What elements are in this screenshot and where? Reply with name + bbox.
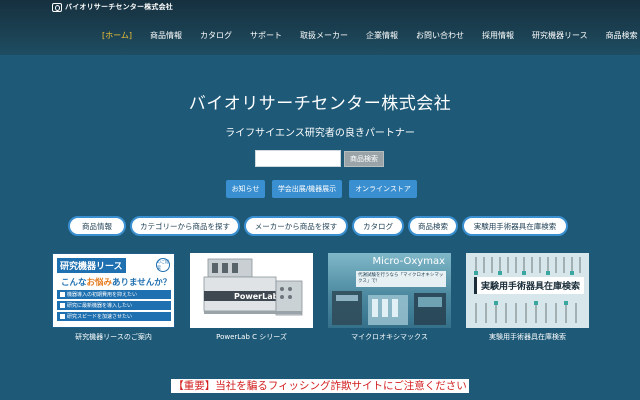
main-nav: [ホーム] 商品情報 カタログ サポート 取扱メーカー 企業情報 お問い合わせ … <box>102 28 640 42</box>
nav-recruit[interactable]: 採用情報 <box>482 30 514 41</box>
news-button[interactable]: お知らせ <box>226 180 265 198</box>
pill-surgical-inventory[interactable]: 実験用手術器具在庫検索 <box>462 216 568 236</box>
micro-oxymax-banner-image: Micro-Oxymax 代謝試験を行うなら「マイクロオキシマックス」で! <box>328 253 451 328</box>
phishing-warning-text[interactable]: 【重要】当社を騙るフィッシング詐欺サイトにご注意ください <box>171 379 469 393</box>
svg-text:PowerLab: PowerLab <box>234 292 279 301</box>
surgical-tools-banner-image: 実験用手術器具在庫検索 <box>466 253 589 328</box>
card-powerlab[interactable]: PowerLab PowerLab C シリーズ <box>190 253 313 342</box>
checkbox-icon <box>60 314 65 319</box>
exhibition-button[interactable]: 学会出展/機器展示 <box>272 180 342 198</box>
card-surgical-inventory[interactable]: 実験用手術器具在庫検索 実験用手術器具在庫検索 <box>466 253 589 342</box>
nav-contact[interactable]: お問い合わせ <box>416 30 464 41</box>
hero-title: バイオリサーチセンター株式会社 <box>188 94 452 114</box>
pill-catalog[interactable]: カタログ <box>352 216 404 236</box>
pill-product-search[interactable]: 商品検索 <box>408 216 458 236</box>
product-search-input[interactable] <box>255 150 341 167</box>
list-item: 研究に最新機器を導入したい <box>57 301 171 310</box>
pill-search-by-category[interactable]: カテゴリーから商品を探す <box>130 216 240 236</box>
hero-subtitle: ライフサイエンス研究者の良きパートナー <box>225 128 415 139</box>
nav-support[interactable]: サポート <box>250 30 282 41</box>
lease-banner-question: こんなお悩みありませんか？ <box>61 278 172 288</box>
list-item: 研究スピードを加速させたい <box>57 312 171 321</box>
card-caption: マイクロオキシマックス <box>351 333 428 341</box>
lease-banner-title: 研究機器リース <box>57 258 126 273</box>
powerlab-device-image: PowerLab <box>190 253 313 328</box>
product-search-button[interactable]: 商品検索 <box>344 151 384 167</box>
card-micro-oxymax[interactable]: Micro-Oxymax 代謝試験を行うなら「マイクロオキシマックス」で! マイ… <box>328 253 451 342</box>
card-caption: 研究機器リースのご案内 <box>75 333 152 341</box>
lab-equipment-icon <box>332 291 446 325</box>
nav-products[interactable]: 商品情報 <box>150 30 182 41</box>
list-item: 機器導入の初期費用を抑えたい <box>57 290 171 299</box>
nav-equipment-lease[interactable]: 研究機器リース <box>532 30 588 41</box>
nav-company[interactable]: 企業情報 <box>366 30 398 41</box>
lease-banner-image: 研究機器リース のご提案 こんなお悩みありませんか？ 機器導入の初期費用を抑えた… <box>52 253 175 328</box>
card-caption: 実験用手術器具在庫検索 <box>489 333 566 341</box>
powerlab-device-icon: PowerLab <box>203 258 303 316</box>
lease-banner-tag: のご提案 <box>156 258 170 272</box>
checkbox-icon <box>60 292 65 297</box>
nav-manufacturers[interactable]: 取扱メーカー <box>300 30 348 41</box>
nav-home[interactable]: [ホーム] <box>102 30 132 41</box>
nav-catalog[interactable]: カタログ <box>200 30 232 41</box>
logo-text: バイオリサーチセンター株式会社 <box>65 3 173 11</box>
site-header: バイオリサーチセンター株式会社 [ホーム] 商品情報 カタログ サポート 取扱メ… <box>0 0 640 55</box>
card-equipment-lease[interactable]: 研究機器リース のご提案 こんなお悩みありませんか？ 機器導入の初期費用を抑えた… <box>52 253 175 342</box>
logo-icon <box>52 2 62 12</box>
pill-search-by-maker[interactable]: メーカーから商品を探す <box>244 216 348 236</box>
pill-product-info[interactable]: 商品情報 <box>68 216 126 236</box>
lease-banner-list: 機器導入の初期費用を抑えたい 研究に最新機器を導入したい 研究スピードを加速させ… <box>57 290 171 323</box>
surgical-banner-title: 実験用手術器具在庫検索 <box>474 277 585 294</box>
company-logo[interactable]: バイオリサーチセンター株式会社 <box>52 2 173 12</box>
phishing-warning[interactable]: 【重要】当社を騙るフィッシング詐欺サイトにご注意ください <box>0 374 640 393</box>
checkbox-icon <box>60 303 65 308</box>
online-store-button[interactable]: オンラインストア <box>349 180 417 198</box>
nav-product-search[interactable]: 商品検索 <box>606 30 638 41</box>
card-caption: PowerLab C シリーズ <box>216 333 287 341</box>
